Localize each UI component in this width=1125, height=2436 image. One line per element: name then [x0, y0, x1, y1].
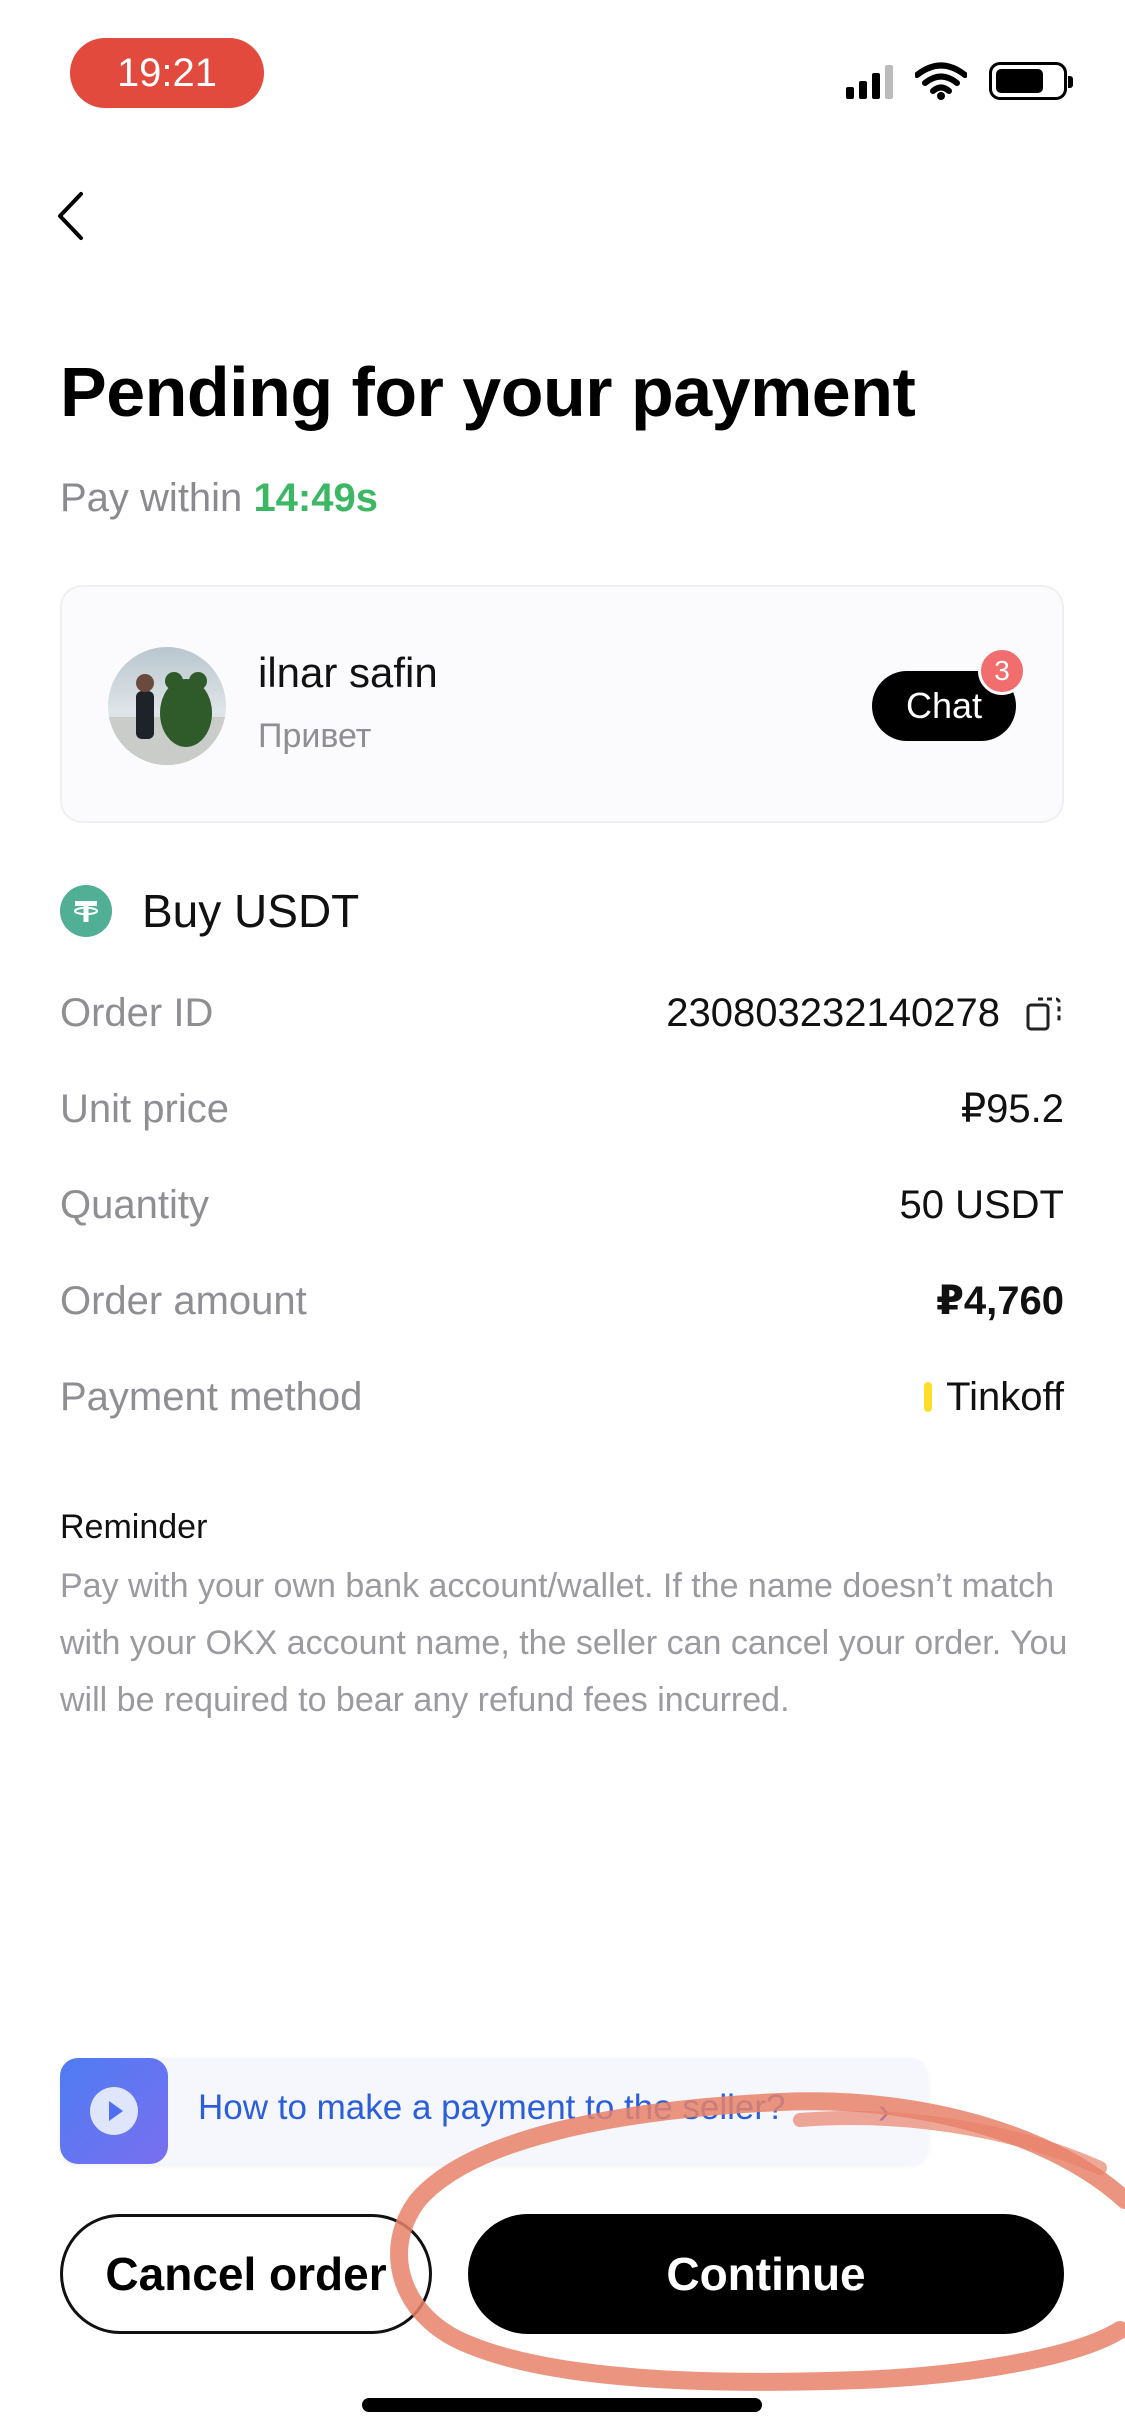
- seller-card: ilnar safin Привет Chat 3: [60, 585, 1064, 823]
- payment-method-label: Payment method: [60, 1374, 363, 1419]
- payment-method-value: Tinkoff: [946, 1374, 1064, 1419]
- seller-name: ilnar safin: [258, 649, 438, 696]
- page-title: Pending for your payment: [60, 353, 916, 431]
- signal-icon: [846, 63, 893, 99]
- order-title: Buy USDT: [142, 885, 360, 937]
- reminder-title: Reminder: [60, 1508, 208, 1546]
- chevron-left-icon: [58, 192, 83, 240]
- order-id-label: Order ID: [60, 990, 214, 1035]
- cancel-order-button[interactable]: Cancel order: [60, 2214, 432, 2334]
- tinkoff-marker-icon: [924, 1382, 933, 1412]
- order-id-value-group: 230803232140278: [666, 991, 1064, 1036]
- order-amount-value: ₽4,760: [936, 1279, 1064, 1323]
- reminder-text: Pay with your own bank account/wallet. I…: [60, 1567, 1068, 1719]
- copy-icon[interactable]: [1024, 993, 1064, 1033]
- order-row-quantity: Quantity 50 USDT: [60, 1175, 1064, 1235]
- chevron-right-icon: ›: [878, 2090, 890, 2131]
- order-row-unit-price: Unit price ₽95.2: [60, 1079, 1064, 1139]
- usdt-icon: [60, 885, 112, 937]
- quantity-value: 50 USDT: [899, 1182, 1065, 1227]
- unit-price-value: ₽95.2: [960, 1087, 1064, 1131]
- avatar[interactable]: [108, 647, 226, 765]
- continue-button[interactable]: Continue: [468, 2214, 1064, 2334]
- payment-method-value-wrap: Tinkoff: [924, 1375, 1064, 1420]
- order-header: Buy USDT: [60, 884, 359, 938]
- pay-within: Pay within 14:49s: [60, 476, 378, 521]
- order-id-value: 230803232140278: [666, 990, 1000, 1035]
- order-row-payment-method: Payment method Tinkoff: [60, 1367, 1064, 1427]
- status-time: 19:21: [70, 38, 264, 108]
- battery-icon: [989, 62, 1073, 100]
- unread-badge: 3: [978, 647, 1026, 695]
- unit-price-label: Unit price: [60, 1086, 229, 1131]
- status-icons: [846, 62, 1073, 100]
- seller-last-message: Привет: [258, 717, 372, 755]
- payment-help-banner[interactable]: How to make a payment to the seller? ›: [60, 2058, 928, 2164]
- back-button[interactable]: [40, 178, 100, 254]
- pay-within-label: Pay within: [60, 476, 243, 520]
- quantity-label: Quantity: [60, 1182, 209, 1227]
- play-video-icon: [60, 2058, 168, 2164]
- order-amount-label: Order amount: [60, 1278, 307, 1323]
- home-indicator: [362, 2398, 762, 2412]
- order-row-amount: Order amount ₽4,760: [60, 1271, 1064, 1331]
- wifi-icon: [915, 62, 967, 100]
- payment-help-link[interactable]: How to make a payment to the seller?: [198, 2088, 786, 2128]
- order-row-id: Order ID 230803232140278: [60, 983, 1064, 1043]
- payment-method-value-group: Tinkoff: [924, 1375, 1064, 1420]
- countdown-timer: 14:49s: [253, 476, 378, 520]
